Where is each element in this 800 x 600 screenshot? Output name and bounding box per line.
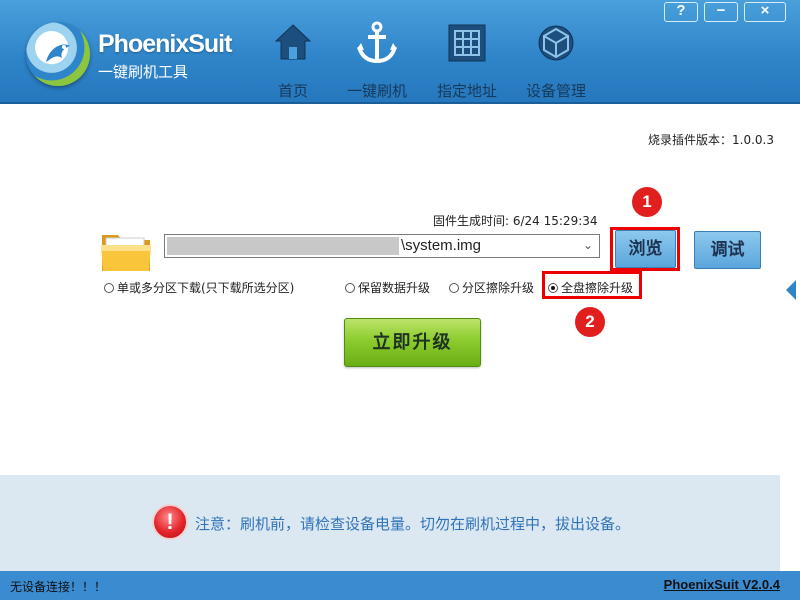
option-partition-erase-upgrade[interactable]: 分区擦除升级 xyxy=(449,279,534,296)
notice-text: 注意：刷机前，请检查设备电量。切勿在刷机过程中，拔出设备。 xyxy=(195,515,631,533)
nav-one-click-flash[interactable]: 一键刷机 xyxy=(335,18,419,102)
option-keep-data-upgrade[interactable]: 保留数据升级 xyxy=(345,279,430,296)
chevron-down-icon[interactable]: ⌄ xyxy=(583,238,593,252)
step-marker-1: 1 xyxy=(632,187,662,217)
nav-specified-address-label: 指定地址 xyxy=(436,82,497,100)
collapse-arrow-icon[interactable] xyxy=(786,280,796,300)
option-full-erase-upgrade[interactable]: 全盘擦除升级 xyxy=(548,279,633,296)
browse-button[interactable]: 浏览 xyxy=(615,230,676,268)
anchor-icon xyxy=(335,18,419,68)
home-icon xyxy=(251,18,335,68)
step-marker-2: 2 xyxy=(575,307,605,337)
app-name: PhoenixSuit xyxy=(98,30,232,58)
upgrade-now-button[interactable]: 立即升级 xyxy=(344,318,481,367)
nav-home-label: 首页 xyxy=(277,82,308,100)
close-button[interactable]: × xyxy=(744,2,786,22)
plugin-version: 烧录插件版本：1.0.0.3 xyxy=(648,133,774,147)
option-partition-download-label: 单或多分区下载(只下载所选分区) xyxy=(117,281,295,295)
nav-home[interactable]: 首页 xyxy=(251,18,335,102)
radio-unchecked-icon[interactable] xyxy=(345,282,355,293)
nav-specified-address[interactable]: 指定地址 xyxy=(425,18,509,102)
warning-icon: ! xyxy=(152,504,188,540)
firmware-time: 固件生成时间: 6/24 15:29:34 xyxy=(433,214,598,228)
app-subtitle: 一键刷机工具 xyxy=(98,63,189,81)
option-full-erase-upgrade-label: 全盘擦除升级 xyxy=(561,281,634,295)
grid-icon xyxy=(425,18,509,68)
device-status: 无设备连接！！！ xyxy=(10,580,107,594)
window-controls: ? − × xyxy=(664,2,786,22)
path-redacted-area xyxy=(167,237,399,255)
warning-icon-glyph: ! xyxy=(166,509,174,534)
nav-device-management[interactable]: 设备管理 xyxy=(514,18,598,102)
firmware-path-combobox[interactable]: \system.img ⌄ xyxy=(164,234,600,258)
phoenix-logo-icon xyxy=(26,22,90,86)
option-partition-erase-upgrade-label: 分区擦除升级 xyxy=(462,281,535,295)
option-partition-download[interactable]: 单或多分区下载(只下载所选分区) xyxy=(104,279,294,296)
firmware-path-value: \system.img xyxy=(401,237,482,254)
minimize-button[interactable]: − xyxy=(704,2,738,22)
radio-unchecked-icon[interactable] xyxy=(449,282,459,293)
debug-button[interactable]: 调试 xyxy=(694,231,761,269)
help-button[interactable]: ? xyxy=(664,2,698,22)
radio-checked-icon[interactable] xyxy=(548,282,558,293)
radio-unchecked-icon[interactable] xyxy=(104,282,114,293)
cube-icon xyxy=(514,18,598,68)
nav-device-management-label: 设备管理 xyxy=(525,82,586,100)
version-link[interactable]: PhoenixSuit V2.0.4 xyxy=(664,577,780,592)
nav-one-click-flash-label: 一键刷机 xyxy=(346,82,407,100)
folder-icon xyxy=(100,229,152,277)
option-keep-data-upgrade-label: 保留数据升级 xyxy=(358,281,431,295)
app-header: PhoenixSuit 一键刷机工具 首页 一键刷机 指定地址 设备管理 ? −… xyxy=(0,0,800,104)
